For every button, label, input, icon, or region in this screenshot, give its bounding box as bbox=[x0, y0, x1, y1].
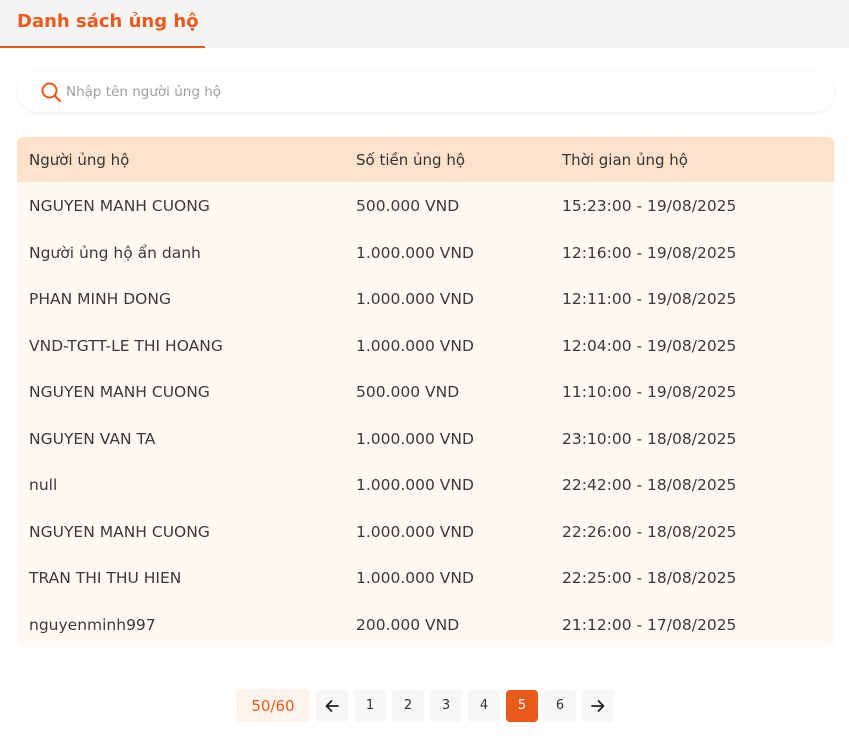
pagination: 50/60 123456 bbox=[236, 689, 620, 722]
table-row: null 1.000.000 VND 22:42:00 - 18/08/2025 bbox=[17, 462, 834, 509]
cell-amount: 500.000 VND bbox=[356, 197, 460, 216]
table-row: PHAN MINH DONG 1.000.000 VND 12:11:00 - 19… bbox=[17, 276, 834, 323]
search-input[interactable] bbox=[66, 77, 806, 107]
tab-donation-list[interactable]: Danh sách ủng hộ bbox=[0, 0, 205, 48]
cell-donor: NGUYEN MANH CUONG bbox=[29, 383, 210, 402]
cell-amount: 1.000.000 VND bbox=[356, 243, 474, 262]
cell-amount: 1.000.000 VND bbox=[356, 336, 474, 355]
page-buttons: 123456 bbox=[354, 689, 582, 722]
table-row: nguyenminh997 200.000 VND 21:12:00 - 17/08… bbox=[17, 602, 834, 648]
cell-time: 12:16:00 - 19/08/2025 bbox=[562, 243, 737, 262]
cell-time: 15:23:00 - 19/08/2025 bbox=[562, 197, 737, 216]
page-button-6[interactable]: 6 bbox=[544, 689, 576, 722]
cell-time: 22:42:00 - 18/08/2025 bbox=[562, 476, 737, 495]
search-box[interactable] bbox=[17, 72, 834, 112]
cell-amount: 1.000.000 VND bbox=[356, 569, 474, 588]
cell-amount: 1.000.000 VND bbox=[356, 476, 474, 495]
cell-amount: 500.000 VND bbox=[356, 383, 460, 402]
cell-time: 12:11:00 - 19/08/2025 bbox=[562, 290, 737, 309]
cell-time: 22:25:00 - 18/08/2025 bbox=[562, 569, 737, 588]
cell-amount: 200.000 VND bbox=[356, 615, 460, 634]
table-row: NGUYEN MANH CUONG 500.000 VND 15:23:00 - 1… bbox=[17, 183, 834, 230]
cell-donor: VND-TGTT-LE THI HOANG bbox=[29, 336, 223, 355]
cell-time: 22:26:00 - 18/08/2025 bbox=[562, 522, 737, 541]
arrow-left-icon bbox=[324, 698, 340, 714]
cell-time: 23:10:00 - 18/08/2025 bbox=[562, 429, 737, 448]
cell-donor: Người ủng hộ ẩn danh bbox=[29, 243, 201, 262]
cell-donor: PHAN MINH DONG bbox=[29, 290, 171, 309]
header-donor: Người ủng hộ bbox=[29, 150, 130, 169]
page-button-2[interactable]: 2 bbox=[392, 689, 424, 722]
table-row: VND-TGTT-LE THI HOANG 1.000.000 VND 12:04:… bbox=[17, 323, 834, 370]
search-icon bbox=[40, 81, 62, 103]
cell-donor: nguyenminh997 bbox=[29, 615, 156, 634]
page-button-1[interactable]: 1 bbox=[354, 689, 386, 722]
table-body: NGUYEN MANH CUONG 500.000 VND 15:23:00 - 1… bbox=[17, 182, 834, 647]
cell-donor: null bbox=[29, 476, 58, 495]
cell-amount: 1.000.000 VND bbox=[356, 522, 474, 541]
page-button-5[interactable]: 5 bbox=[506, 689, 538, 722]
page-counter: 50/60 bbox=[236, 689, 310, 722]
tab-bar: Danh sách ủng hộ bbox=[0, 0, 849, 48]
cell-donor: NGUYEN MANH CUONG bbox=[29, 197, 210, 216]
cell-time: 21:12:00 - 17/08/2025 bbox=[562, 615, 737, 634]
cell-amount: 1.000.000 VND bbox=[356, 290, 474, 309]
cell-time: 11:10:00 - 19/08/2025 bbox=[562, 383, 737, 402]
table-row: TRAN THI THU HIEN 1.000.000 VND 22:25:00 -… bbox=[17, 555, 834, 602]
header-time: Thời gian ủng hộ bbox=[562, 150, 688, 169]
cell-time: 12:04:00 - 19/08/2025 bbox=[562, 336, 737, 355]
cell-donor: NGUYEN VAN TA bbox=[29, 429, 156, 448]
cell-donor: NGUYEN MANH CUONG bbox=[29, 522, 210, 541]
next-page-button[interactable] bbox=[582, 689, 614, 722]
cell-amount: 1.000.000 VND bbox=[356, 429, 474, 448]
page-button-3[interactable]: 3 bbox=[430, 689, 462, 722]
table-row: NGUYEN VAN TA 1.000.000 VND 23:10:00 - 18/… bbox=[17, 416, 834, 463]
table-header: Người ủng hộ Số tiền ủng hộ Thời gian ủn… bbox=[17, 137, 834, 182]
table-row: Người ủng hộ ẩn danh 1.000.000 VND 12:16:0… bbox=[17, 230, 834, 277]
prev-page-button[interactable] bbox=[316, 689, 348, 722]
donation-table: Người ủng hộ Số tiền ủng hộ Thời gian ủn… bbox=[17, 137, 834, 647]
header-amount: Số tiền ủng hộ bbox=[356, 150, 466, 169]
cell-donor: TRAN THI THU HIEN bbox=[29, 569, 182, 588]
table-row: NGUYEN MANH CUONG 500.000 VND 11:10:00 - 1… bbox=[17, 369, 834, 416]
table-row: NGUYEN MANH CUONG 1.000.000 VND 22:26:00 -… bbox=[17, 509, 834, 556]
arrow-right-icon bbox=[590, 698, 606, 714]
page-button-4[interactable]: 4 bbox=[468, 689, 500, 722]
